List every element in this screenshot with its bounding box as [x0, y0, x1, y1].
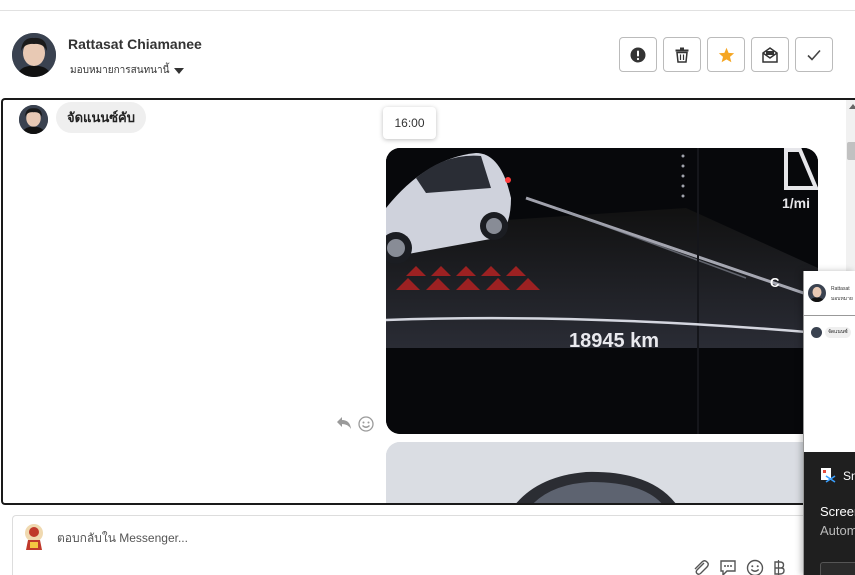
assign-conversation-dropdown[interactable]: มอบหมายการสนทนานี้: [70, 63, 185, 78]
contact-avatar[interactable]: [12, 33, 56, 77]
preview-contact-name: Rattasat: [831, 286, 850, 292]
star-icon: [718, 47, 734, 62]
star-button[interactable]: [707, 37, 745, 72]
notification-line-2: Autom: [820, 523, 855, 538]
delete-button[interactable]: [663, 37, 701, 72]
scroll-up-arrow-icon[interactable]: [849, 104, 855, 109]
inbox-conversation-view: Rattasat Chiamanee มอบหมายการสนทนานี้ จั…: [0, 0, 855, 575]
reply-composer: [12, 515, 855, 575]
emoji-icon[interactable]: [746, 559, 764, 575]
reply-arrow-icon[interactable]: [336, 416, 352, 430]
notification-app-title: Sn: [843, 469, 855, 483]
mark-unread-button[interactable]: [751, 37, 789, 72]
odometer-readout: 18945 km: [569, 330, 660, 352]
caret-down-icon: [174, 67, 185, 74]
page-avatar: [22, 523, 46, 550]
preview-bubble: จัดแนนซ์: [825, 327, 851, 338]
message-thread[interactable]: จัดแนนซ์คับ 16:00 1/mi C 18945 km: [1, 98, 855, 505]
alert-icon: [630, 47, 646, 62]
notification-action-button[interactable]: [820, 562, 855, 575]
car-photo-attachment[interactable]: [386, 442, 818, 503]
sender-avatar: [19, 105, 48, 134]
snipping-tool-icon: [821, 468, 836, 483]
message-bubble[interactable]: จัดแนนซ์คับ: [56, 102, 146, 133]
contact-name[interactable]: Rattasat Chiamanee: [68, 36, 202, 52]
preview-assign-label: มอบหมาย: [831, 296, 853, 302]
timestamp-tooltip: 16:00: [383, 107, 436, 139]
gauge-letter: C: [770, 275, 780, 290]
composer-tools: [692, 559, 785, 575]
message-tools: [336, 416, 374, 432]
screenshot-preview-window[interactable]: Rattasat มอบหมาย จัดแนนซ์ Sn Screen Auto…: [803, 271, 855, 575]
scrollbar-thumb[interactable]: [847, 142, 855, 160]
trash-icon: [675, 47, 689, 63]
paperclip-icon[interactable]: [692, 559, 710, 575]
preview-divider: [804, 315, 855, 316]
unread-mail-icon: [762, 46, 778, 63]
dashboard-photo-attachment[interactable]: 1/mi C 18945 km: [386, 148, 818, 434]
assign-label: มอบหมายการสนทนานี้: [70, 65, 170, 76]
snipping-notification[interactable]: Sn Screen Autom: [804, 452, 855, 575]
gauge-unit-label: 1/mi: [782, 195, 810, 211]
preview-sender-avatar: [811, 327, 822, 338]
done-button[interactable]: [795, 37, 833, 72]
saved-reply-icon[interactable]: [719, 559, 737, 575]
conversation-header: Rattasat Chiamanee มอบหมายการสนทนานี้: [0, 11, 855, 99]
check-icon: [807, 49, 821, 61]
preview-avatar: [808, 284, 826, 302]
notification-line-1: Screen: [820, 504, 855, 519]
header-actions: [619, 37, 833, 72]
report-button[interactable]: [619, 37, 657, 72]
emoji-reaction-icon[interactable]: [358, 416, 374, 432]
reply-input[interactable]: [57, 531, 457, 545]
payment-baht-icon[interactable]: [773, 559, 785, 575]
